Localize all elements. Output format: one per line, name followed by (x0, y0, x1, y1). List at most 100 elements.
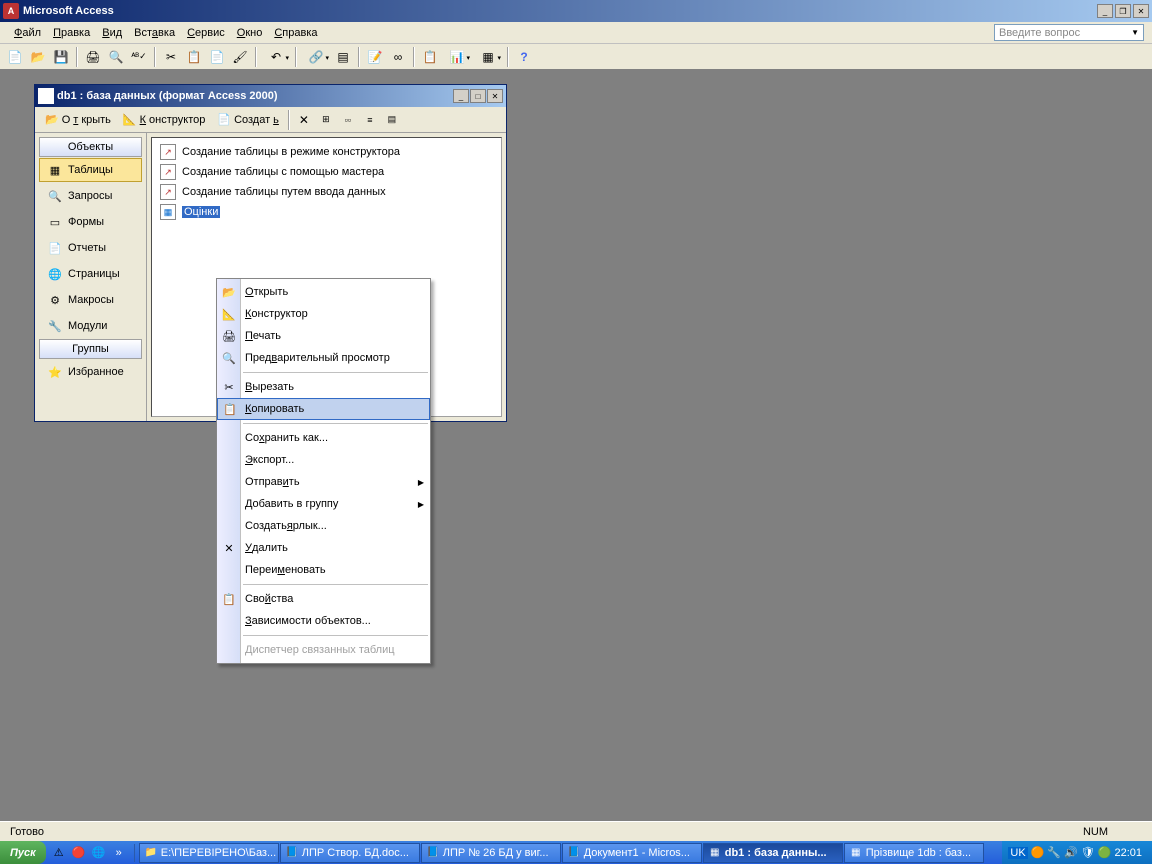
open-icon[interactable]: 📂 (27, 46, 49, 68)
nav-tables[interactable]: ▦Таблицы (39, 158, 142, 182)
dbwin-minimize[interactable]: _ (453, 89, 469, 103)
nav-pages[interactable]: 🌐Страницы (39, 262, 142, 286)
code-icon[interactable]: 📝 (364, 46, 386, 68)
nav-pane: Объекты ▦Таблицы 🔍Запросы ▭Формы 📄Отчеты… (35, 133, 147, 421)
menu-file[interactable]: Файл (8, 25, 47, 41)
task-word3[interactable]: 📘Документ1 - Micros... (562, 843, 702, 863)
new-icon[interactable]: 📄 (4, 46, 26, 68)
menu-tools[interactable]: Сервис (181, 25, 231, 41)
ctx-deps[interactable]: Зависимости объектов... (217, 610, 430, 632)
tray-icon[interactable]: 🔧 (1047, 846, 1061, 859)
dbwin-large-icons[interactable]: ⊞ (315, 109, 337, 131)
volume-icon[interactable]: 🔊 (1064, 846, 1078, 859)
task-word1[interactable]: 📘ЛПР Створ. БД.doc... (280, 843, 420, 863)
ctx-print[interactable]: 🖨Печать (217, 325, 430, 347)
ctx-send[interactable]: Отправить▶ (217, 471, 430, 493)
ctx-shortcut[interactable]: Создать ярлык... (217, 515, 430, 537)
nav-forms[interactable]: ▭Формы (39, 210, 142, 234)
menu-edit[interactable]: Правка (47, 25, 96, 41)
relationships-icon[interactable]: ∞ (387, 46, 409, 68)
separator (154, 47, 156, 67)
pages-icon: 🌐 (48, 267, 62, 281)
ql-icon[interactable]: 🌐 (90, 844, 108, 862)
dbwin-close[interactable]: ✕ (487, 89, 503, 103)
ctx-open[interactable]: 📂Открыть (217, 281, 430, 303)
ql-icon[interactable]: ⚠ (50, 844, 68, 862)
dbwin-open-button[interactable]: 📂Открыть (39, 111, 117, 128)
dbwin-new-button[interactable]: 📄Создать (211, 111, 285, 128)
newobj-icon[interactable]: 📊 (442, 46, 472, 68)
officelinks-icon[interactable]: 🔗 (301, 46, 331, 68)
dbwin-maximize[interactable]: □ (470, 89, 486, 103)
spellcheck-icon[interactable]: ᴬᴮ✓ (128, 46, 150, 68)
ctx-copy[interactable]: 📋Копировать (217, 398, 430, 420)
ctx-export[interactable]: Экспорт... (217, 449, 430, 471)
task-db1[interactable]: ▦db1 : база данны... (703, 843, 843, 863)
nav-queries[interactable]: 🔍Запросы (39, 184, 142, 208)
submenu-arrow-icon: ▶ (418, 500, 424, 509)
analyze-icon[interactable]: ▤ (332, 46, 354, 68)
table-icon: ▦ (160, 204, 176, 220)
context-menu: 📂Открыть 📐Конструктор 🖨Печать 🔍Предварит… (216, 278, 431, 664)
cut-icon[interactable]: ✂ (160, 46, 182, 68)
create-table-data[interactable]: ↗Создание таблицы путем ввода данных (156, 182, 497, 202)
menu-help[interactable]: Справка (268, 25, 323, 41)
dbwin-design-button[interactable]: 📐Конструктор (117, 111, 211, 128)
dbwin-delete-icon[interactable]: ✕ (293, 109, 315, 131)
properties-icon[interactable]: 📋 (419, 46, 441, 68)
nav-modules[interactable]: 🔧Модули (39, 314, 142, 338)
ask-question-box[interactable]: Введите вопрос▼ (994, 24, 1144, 41)
ctx-cut[interactable]: ✂Вырезать (217, 376, 430, 398)
print-icon[interactable]: 🖨 (82, 46, 104, 68)
tray-icon[interactable]: 🟠 (1031, 846, 1045, 859)
minimize-button[interactable]: _ (1097, 4, 1113, 18)
menu-insert[interactable]: Вставка (128, 25, 181, 41)
open-icon: 📂 (221, 284, 237, 300)
ctx-delete[interactable]: ✕Удалить (217, 537, 430, 559)
ctx-rename[interactable]: Переименовать (217, 559, 430, 581)
separator (76, 47, 78, 67)
status-text: Готово (4, 824, 50, 840)
nav-reports[interactable]: 📄Отчеты (39, 236, 142, 260)
forms-icon: ▭ (48, 215, 62, 229)
create-table-design[interactable]: ↗Создание таблицы в режиме конструктора (156, 142, 497, 162)
taskbar-tasks: 📁E:\ПЕРЕВІРЕНО\Баз... 📘ЛПР Створ. БД.doc… (137, 843, 1003, 863)
dbwin-details-icon[interactable]: ▤ (381, 109, 403, 131)
ql-icon-chevron[interactable]: » (110, 844, 128, 862)
ctx-addgroup[interactable]: Добавить в группу▶ (217, 493, 430, 515)
tools-icon[interactable]: ▦ (473, 46, 503, 68)
save-icon[interactable]: 💾 (50, 46, 72, 68)
dbwin-list-icon[interactable]: ≡ (359, 109, 381, 131)
table-item[interactable]: ▦Оцінки (156, 202, 497, 222)
preview-icon[interactable]: 🔍 (105, 46, 127, 68)
menu-view[interactable]: Вид (96, 25, 128, 41)
create-table-wizard[interactable]: ↗Создание таблицы с помощью мастера (156, 162, 497, 182)
ctx-saveas[interactable]: Сохранить как... (217, 427, 430, 449)
nav-favorites[interactable]: ⭐Избранное (39, 360, 142, 384)
lang-indicator[interactable]: UK (1008, 847, 1027, 859)
dbwin-small-icons[interactable]: ▫▫ (337, 109, 359, 131)
ctx-design[interactable]: 📐Конструктор (217, 303, 430, 325)
tray-icon[interactable]: 🟢 (1098, 846, 1112, 859)
ql-icon[interactable]: 🔴 (70, 844, 88, 862)
paste-icon[interactable]: 📄 (206, 46, 228, 68)
help-icon[interactable]: ? (513, 46, 535, 68)
undo-icon[interactable]: ↶ (261, 46, 291, 68)
nav-macros[interactable]: ⚙Макросы (39, 288, 142, 312)
main-toolbar: 📄 📂 💾 🖨 🔍 ᴬᴮ✓ ✂ 📋 📄 🖌 ↶ 🔗 ▤ 📝 ∞ 📋 📊 ▦ ? (0, 44, 1152, 70)
start-button[interactable]: Пуск (0, 841, 46, 864)
menu-window[interactable]: Окно (231, 25, 269, 41)
app-icon: A (3, 3, 19, 19)
task-explorer[interactable]: 📁E:\ПЕРЕВІРЕНО\Баз... (139, 843, 279, 863)
ctx-linked-tables: Диспетчер связанных таблиц (217, 639, 430, 661)
taskbar-clock[interactable]: 22:01 (1114, 847, 1146, 859)
close-button[interactable]: ✕ (1133, 4, 1149, 18)
task-db2[interactable]: ▦Прізвище 1db : баз... (844, 843, 984, 863)
tray-icon[interactable]: 🛡 (1081, 846, 1095, 859)
task-word2[interactable]: 📘ЛПР № 26 БД у виг... (421, 843, 561, 863)
copy-icon[interactable]: 📋 (183, 46, 205, 68)
ctx-properties[interactable]: 📋Свойства (217, 588, 430, 610)
restore-button[interactable]: ❐ (1115, 4, 1131, 18)
format-painter-icon[interactable]: 🖌 (229, 46, 251, 68)
ctx-preview[interactable]: 🔍Предварительный просмотр (217, 347, 430, 369)
